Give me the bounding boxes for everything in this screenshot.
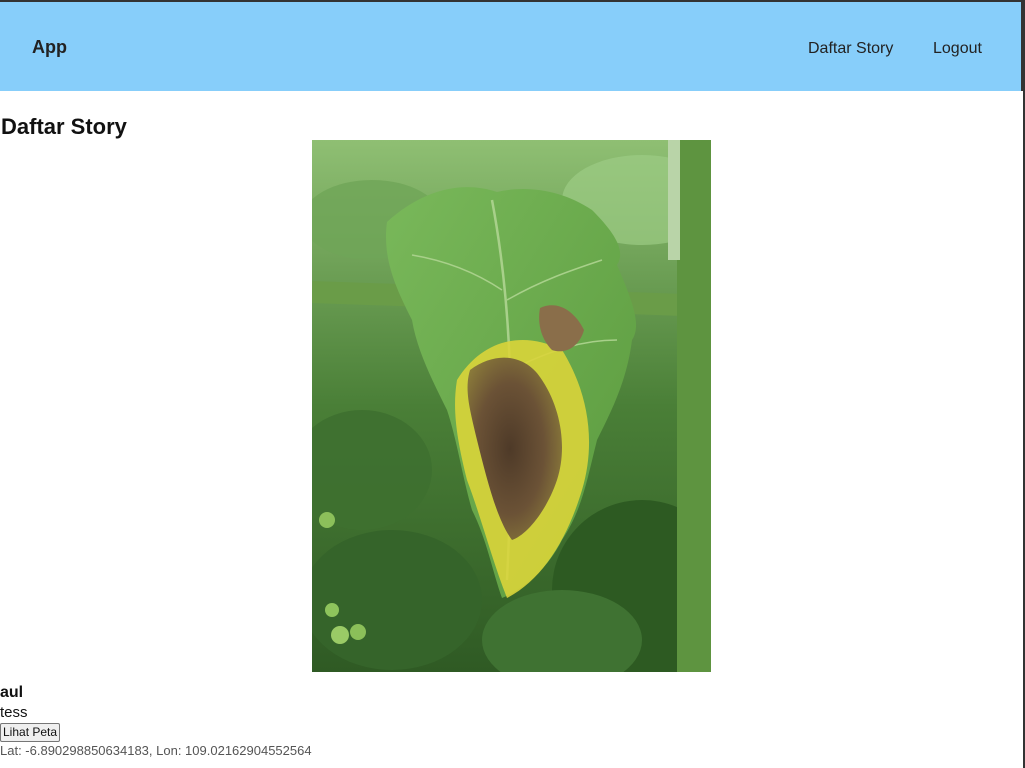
tomato-leaf-photo-icon xyxy=(312,140,711,672)
top-navbar: App Daftar Story Logout xyxy=(0,0,1023,91)
page-title: Daftar Story xyxy=(1,114,127,139)
nav-logout[interactable]: Logout xyxy=(933,40,982,58)
app-brand[interactable]: App xyxy=(32,37,67,58)
story-author: aul xyxy=(0,684,24,701)
story-photo xyxy=(312,140,711,672)
nav-daftar-story[interactable]: Daftar Story xyxy=(808,40,893,58)
view-map-button[interactable]: Lihat Peta xyxy=(0,723,61,742)
story-coordinates: Lat: -6.890298850634183, Lon: 109.021629… xyxy=(0,743,312,758)
story-description: tess xyxy=(0,704,28,721)
